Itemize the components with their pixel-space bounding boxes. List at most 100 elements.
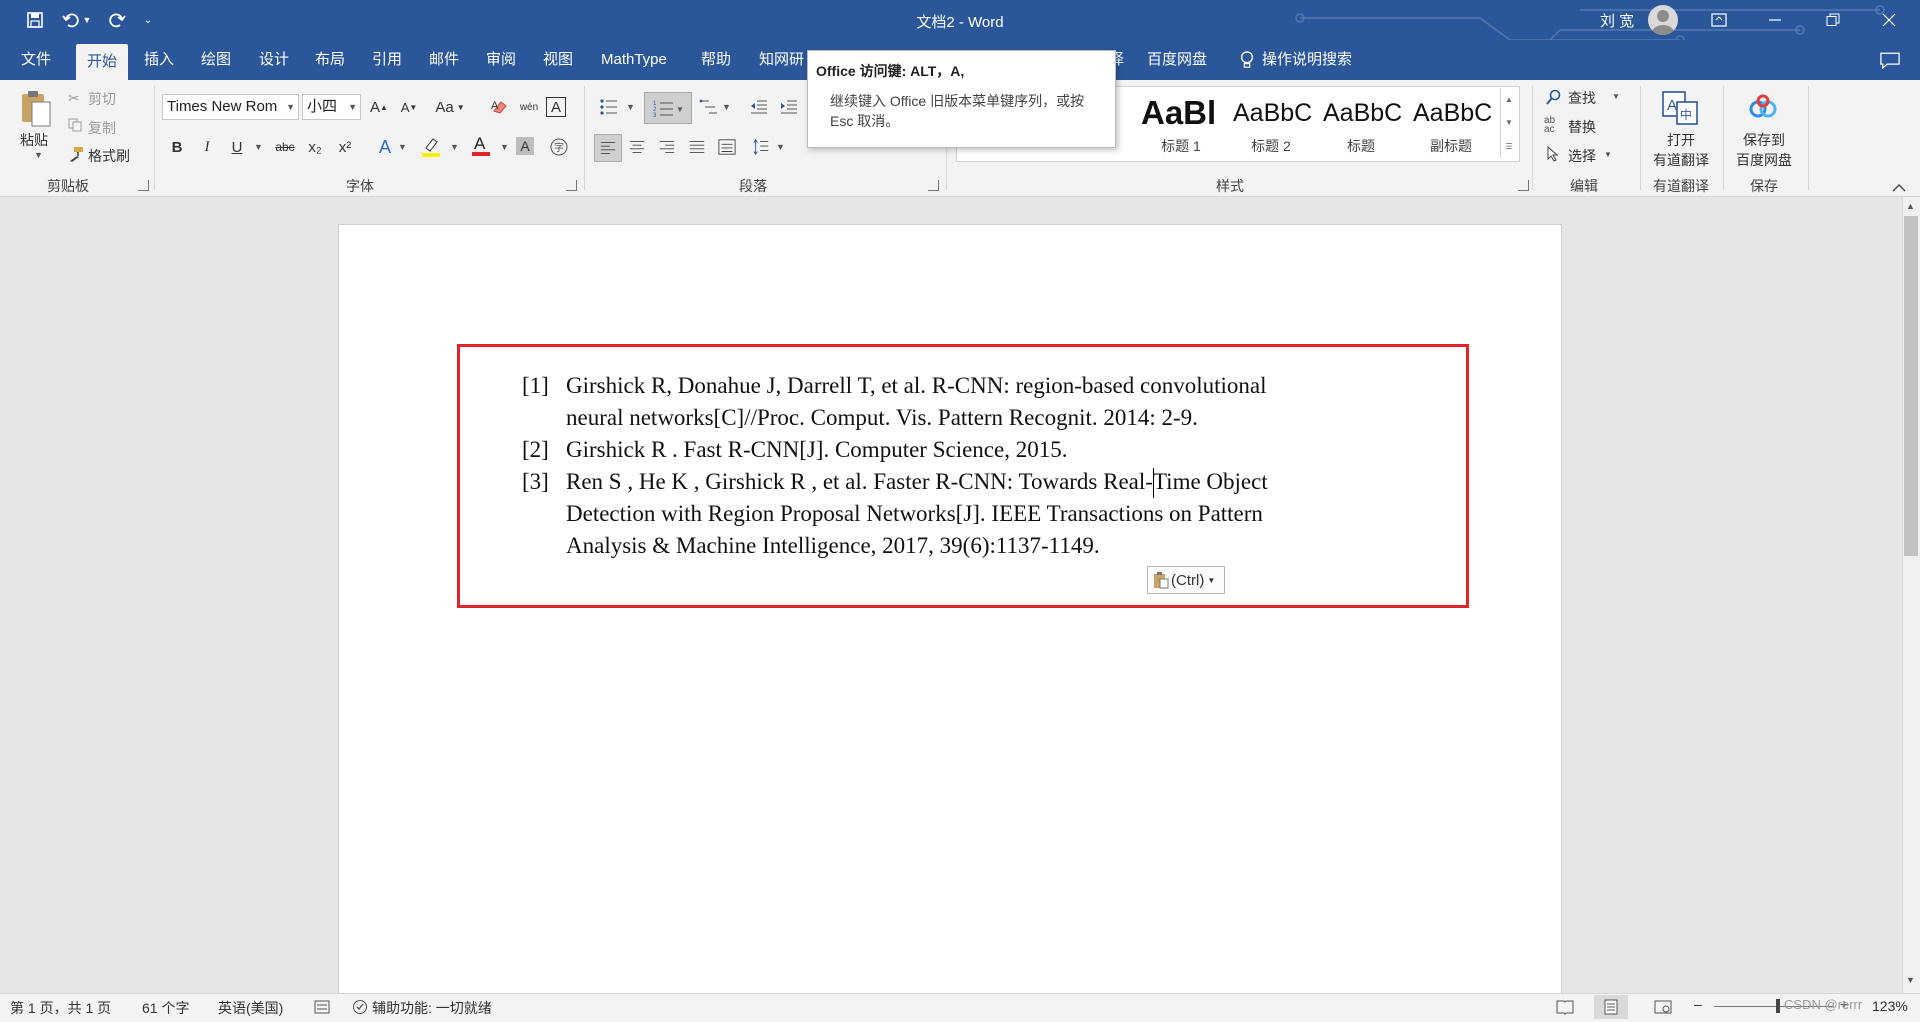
- tab-file[interactable]: 文件: [10, 40, 62, 80]
- font-name-combo[interactable]: Times New Rom ▼: [162, 94, 299, 120]
- paragraph-launcher-icon[interactable]: [928, 180, 939, 191]
- shrink-font-icon[interactable]: A ▼: [396, 94, 422, 120]
- open-youdao-line2[interactable]: 有道翻译: [1648, 150, 1714, 170]
- tab-mathtype[interactable]: MathType: [590, 40, 678, 80]
- close-icon[interactable]: [1866, 0, 1912, 40]
- proofing-icon[interactable]: [314, 1000, 330, 1014]
- format-painter-icon[interactable]: [68, 146, 84, 162]
- decrease-indent-icon[interactable]: [746, 94, 772, 120]
- paste-button[interactable]: 粘贴: [20, 130, 48, 150]
- multilevel-dropdown-icon[interactable]: ▼: [722, 102, 731, 112]
- comments-icon[interactable]: [1880, 52, 1902, 70]
- underline-dropdown-icon[interactable]: ▼: [254, 142, 263, 152]
- ribbon-display-icon[interactable]: [1696, 0, 1742, 40]
- highlight-icon[interactable]: [418, 134, 444, 160]
- scroll-down-icon[interactable]: ▼: [1906, 975, 1915, 985]
- print-layout-icon[interactable]: [1594, 995, 1628, 1019]
- font-color-dropdown-icon[interactable]: ▼: [500, 142, 509, 152]
- select-dropdown-icon[interactable]: ▼: [1604, 150, 1612, 159]
- reference-text-line[interactable]: neural networks[C]//Proc. Comput. Vis. P…: [566, 405, 1198, 431]
- reference-text-line[interactable]: Ren S , He K , Girshick R , et al. Faste…: [566, 469, 1268, 495]
- scrollbar-thumb[interactable]: [1904, 216, 1918, 556]
- underline-button[interactable]: U: [224, 134, 250, 160]
- font-launcher-icon[interactable]: [566, 180, 577, 191]
- page-count[interactable]: 第 1 页，共 1 页: [10, 998, 111, 1018]
- bullets-dropdown-icon[interactable]: ▼: [626, 102, 635, 112]
- search-icon[interactable]: [1546, 89, 1562, 105]
- clear-formatting-icon[interactable]: A: [486, 94, 512, 120]
- chevron-down-icon[interactable]: ▼: [1505, 118, 1513, 127]
- justify-icon[interactable]: [684, 134, 710, 160]
- numbering-icon[interactable]: 1 2 3 ▼: [644, 92, 692, 124]
- line-spacing-icon[interactable]: [748, 134, 774, 160]
- find-dropdown-icon[interactable]: ▼: [1612, 92, 1620, 101]
- align-left-icon[interactable]: [594, 134, 622, 162]
- style-heading1-name[interactable]: 标题 1: [1138, 136, 1224, 156]
- reference-text-line[interactable]: Girshick R, Donahue J, Darrell T, et al.…: [566, 373, 1267, 399]
- style-heading1-sample[interactable]: AaBl: [1141, 96, 1227, 130]
- word-count[interactable]: 61 个字: [142, 998, 189, 1018]
- line-spacing-dropdown-icon[interactable]: ▼: [776, 142, 785, 152]
- youdao-translate-icon[interactable]: A中: [1661, 90, 1699, 126]
- highlight-dropdown-icon[interactable]: ▼: [450, 142, 459, 152]
- increase-indent-icon[interactable]: [776, 94, 802, 120]
- style-subtitle-sample[interactable]: AaBbC: [1413, 96, 1499, 130]
- grow-font-icon[interactable]: A ▲: [366, 94, 392, 120]
- character-border-icon[interactable]: A: [546, 97, 566, 117]
- bullets-icon[interactable]: [596, 94, 622, 120]
- character-shading-icon[interactable]: A: [516, 137, 534, 155]
- accessibility-status[interactable]: 辅助功能: 一切就绪: [372, 998, 492, 1018]
- find-button[interactable]: 查找: [1568, 88, 1596, 108]
- copy-icon[interactable]: [68, 118, 82, 132]
- tab-design[interactable]: 设计: [248, 40, 300, 80]
- style-heading2-name[interactable]: 标题 2: [1228, 136, 1314, 156]
- replace-button[interactable]: 替换: [1568, 117, 1596, 137]
- baidu-cloud-icon[interactable]: [1748, 94, 1778, 120]
- tab-review[interactable]: 审阅: [475, 40, 527, 80]
- copy-button[interactable]: 复制: [88, 118, 116, 138]
- tab-baidu-netdisk[interactable]: 百度网盘: [1136, 40, 1218, 80]
- open-youdao-line1[interactable]: 打开: [1664, 130, 1698, 150]
- multilevel-list-icon[interactable]: [696, 94, 722, 120]
- zoom-level[interactable]: 123%: [1872, 998, 1908, 1014]
- tab-insert[interactable]: 插入: [133, 40, 185, 80]
- reference-text-line[interactable]: Analysis & Machine Intelligence, 2017, 3…: [566, 533, 1100, 559]
- language-status[interactable]: 英语(美国): [218, 998, 283, 1018]
- select-button[interactable]: 选择: [1568, 146, 1596, 166]
- avatar-icon[interactable]: [1648, 5, 1678, 35]
- bold-button[interactable]: B: [164, 134, 190, 160]
- paste-dropdown-icon[interactable]: ▼: [34, 150, 43, 160]
- text-effects-dropdown-icon[interactable]: ▼: [398, 142, 407, 152]
- collapse-ribbon-icon[interactable]: [1892, 180, 1906, 192]
- styles-launcher-icon[interactable]: [1518, 180, 1529, 191]
- tab-cnki[interactable]: 知网研: [748, 40, 815, 80]
- text-effects-icon[interactable]: A: [372, 134, 398, 160]
- align-right-icon[interactable]: [654, 134, 680, 160]
- chevron-up-icon[interactable]: ▲: [1505, 95, 1513, 104]
- document-page[interactable]: [338, 224, 1562, 1006]
- zoom-out-button[interactable]: –: [1694, 996, 1702, 1012]
- paste-options-button[interactable]: (Ctrl) ▼: [1147, 566, 1225, 594]
- restore-icon[interactable]: [1810, 0, 1856, 40]
- styles-scroll[interactable]: ▲ ▼ ☰: [1500, 88, 1517, 158]
- cut-button[interactable]: 剪切: [88, 89, 116, 109]
- select-cursor-icon[interactable]: [1546, 145, 1560, 162]
- style-title-sample[interactable]: AaBbC: [1323, 96, 1409, 130]
- tab-view[interactable]: 视图: [532, 40, 584, 80]
- tab-mailings[interactable]: 邮件: [418, 40, 470, 80]
- reference-text-line[interactable]: Girshick R . Fast R-CNN[J]. Computer Sci…: [566, 437, 1067, 463]
- italic-button[interactable]: I: [194, 134, 220, 160]
- superscript-button[interactable]: x²: [332, 134, 358, 160]
- style-title-name[interactable]: 标题: [1318, 136, 1404, 156]
- reference-text-line[interactable]: Detection with Region Proposal Networks[…: [566, 501, 1263, 527]
- style-heading2-sample[interactable]: AaBbC: [1233, 96, 1319, 130]
- phonetic-guide-icon[interactable]: wén: [516, 94, 542, 120]
- save-to-netdisk-line2[interactable]: 百度网盘: [1732, 150, 1796, 170]
- change-case-icon[interactable]: Aa ▼: [432, 94, 468, 120]
- cut-icon[interactable]: ✂: [68, 90, 84, 106]
- tab-help[interactable]: 帮助: [690, 40, 742, 80]
- tab-home[interactable]: 开始: [76, 44, 129, 80]
- font-color-icon[interactable]: A: [468, 132, 494, 158]
- read-mode-icon[interactable]: [1556, 999, 1574, 1015]
- tab-draw[interactable]: 绘图: [190, 40, 242, 80]
